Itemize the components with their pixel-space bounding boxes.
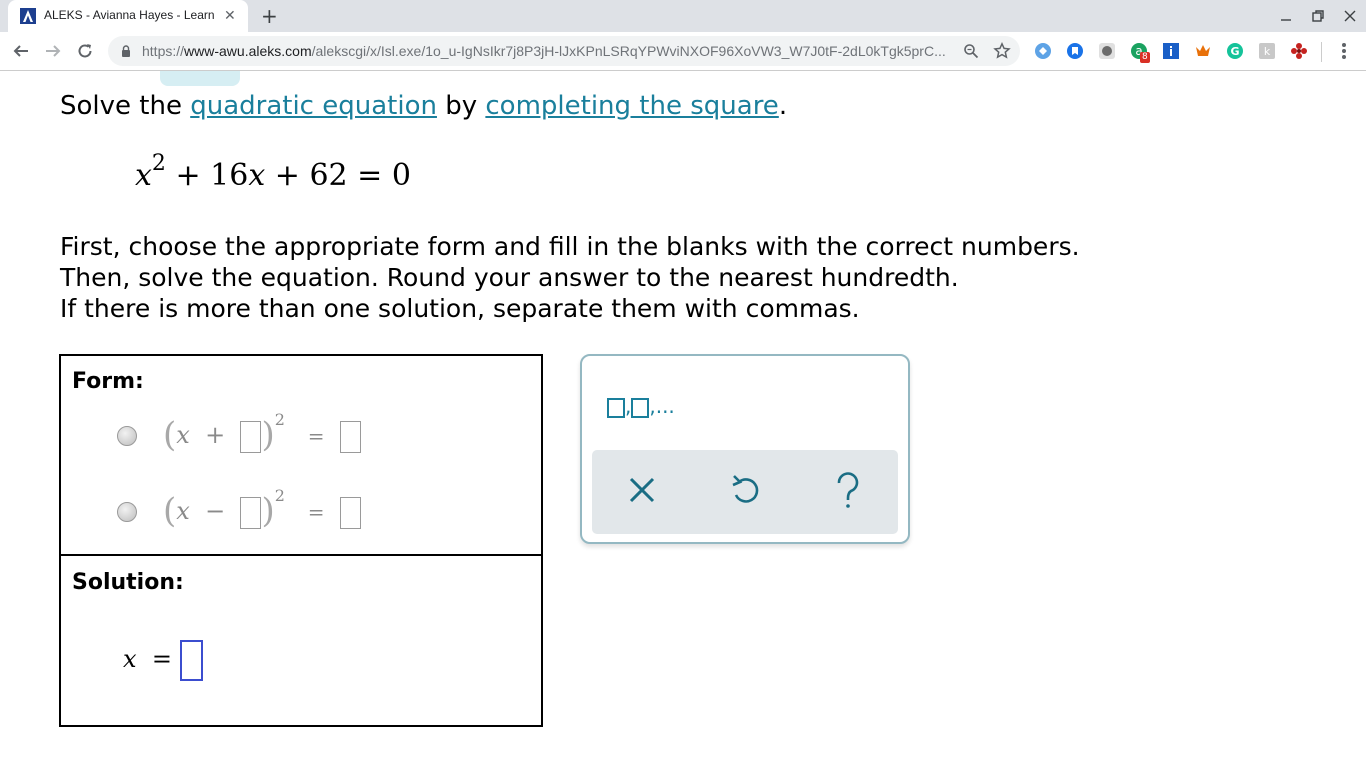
browser-toolbar: https://www-awu.aleks.com/alekscgi/x/Isl…	[0, 32, 1366, 71]
instruction-line: First, choose the appropriate form and f…	[60, 232, 1080, 261]
extension-a-icon[interactable]: a 8	[1130, 42, 1152, 64]
plus-rhs-blank[interactable]	[339, 420, 361, 453]
solution-expression: x =	[123, 640, 203, 681]
solution-input[interactable]	[179, 640, 203, 681]
radio-minus[interactable]	[117, 502, 137, 522]
form-option-minus[interactable]: (x − )2 =	[117, 486, 417, 538]
form-option-plus[interactable]: (x + )2 =	[117, 410, 417, 462]
form-expression-plus: (x + )2 =	[163, 410, 361, 455]
bookmark-star-icon[interactable]	[993, 42, 1011, 60]
list-slot-icon	[631, 397, 650, 418]
form-label: Form:	[72, 369, 144, 394]
list-slot-icon	[607, 397, 625, 418]
instruction-line: If there is more than one solution, sepa…	[60, 294, 860, 323]
restore-icon[interactable]	[1310, 8, 1326, 24]
forward-arrow-icon[interactable]	[44, 42, 62, 60]
top-tab-hint	[160, 71, 240, 86]
quadratic-equation-link[interactable]: quadratic equation	[190, 91, 437, 121]
answer-box: Form: (x + )2 = (x − )2 = Solution: x =	[59, 354, 543, 727]
solution-label: Solution:	[72, 570, 184, 595]
plus-inner-blank[interactable]	[240, 420, 262, 453]
question-prompt: Solve the quadratic equation by completi…	[60, 91, 788, 121]
browser-tab-aleks[interactable]: ALEKS - Avianna Hayes - Learn ✕	[8, 0, 248, 32]
lock-icon	[122, 45, 130, 57]
form-section: Form: (x + )2 = (x − )2 =	[61, 356, 541, 556]
svg-text:G: G	[1230, 45, 1239, 58]
undo-icon[interactable]	[726, 470, 766, 510]
instruction-line: Then, solve the equation. Round your ans…	[60, 263, 959, 292]
extension-fox-icon[interactable]	[1194, 42, 1212, 60]
reload-icon[interactable]	[76, 42, 94, 60]
url-text: https://www-awu.aleks.com/alekscgi/x/Isl…	[142, 43, 946, 59]
extension-flower-icon[interactable]	[1290, 42, 1308, 60]
keypad-actions	[592, 450, 898, 534]
answer-keypad: ,,...	[580, 354, 910, 544]
completing-the-square-link[interactable]: completing the square	[485, 91, 778, 121]
extension-bookmark-icon[interactable]	[1066, 42, 1084, 60]
tab-bar: ALEKS - Avianna Hayes - Learn ✕ +	[0, 0, 1366, 32]
tab-title: ALEKS - Avianna Hayes - Learn	[44, 8, 215, 22]
extension-circle-icon[interactable]	[1034, 42, 1052, 60]
aleks-favicon-icon	[20, 8, 36, 24]
form-expression-minus: (x − )2 =	[163, 486, 361, 531]
radio-plus[interactable]	[117, 426, 137, 446]
minus-inner-blank[interactable]	[240, 496, 262, 529]
minimize-icon[interactable]	[1278, 8, 1294, 24]
new-tab-icon[interactable]: +	[261, 6, 278, 26]
svg-text:k: k	[1264, 45, 1271, 58]
equation: x2 + 16x + 62 = 0	[135, 151, 411, 193]
toolbar-divider	[1321, 42, 1322, 62]
extension-badge: 8	[1140, 52, 1150, 63]
extension-k-icon[interactable]: k	[1258, 42, 1276, 60]
close-window-icon[interactable]	[1342, 8, 1358, 24]
clear-icon[interactable]	[622, 470, 662, 510]
back-arrow-icon[interactable]	[12, 42, 30, 60]
grammarly-icon[interactable]: G	[1226, 42, 1244, 60]
help-icon[interactable]	[828, 470, 868, 510]
extension-gray-icon[interactable]	[1098, 42, 1116, 60]
aleks-page: Solve the quadratic equation by completi…	[0, 71, 1366, 768]
address-bar[interactable]: https://www-awu.aleks.com/alekscgi/x/Isl…	[108, 36, 1020, 66]
instructions: First, choose the appropriate form and f…	[60, 231, 1080, 324]
tab-close-icon[interactable]: ✕	[224, 9, 236, 23]
browser-menu-icon[interactable]	[1341, 42, 1347, 60]
zoom-icon[interactable]	[963, 43, 979, 59]
extension-info-icon[interactable]	[1162, 42, 1180, 60]
minus-rhs-blank[interactable]	[339, 496, 361, 529]
list-template-button[interactable]: ,,...	[607, 394, 675, 418]
